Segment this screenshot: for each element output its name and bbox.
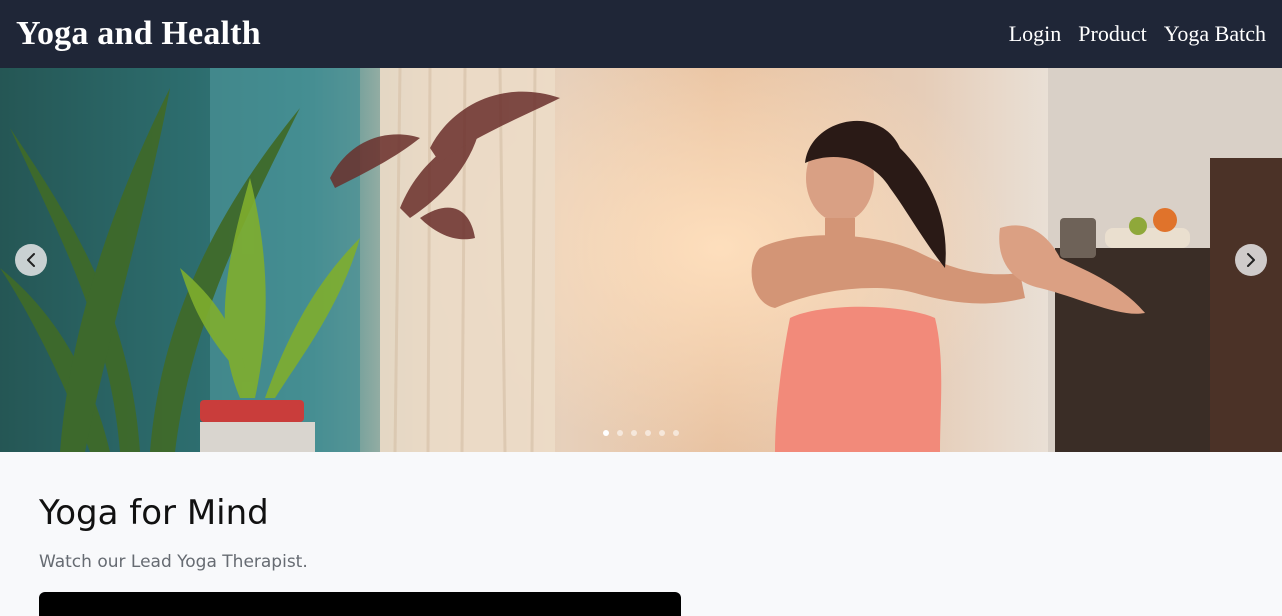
carousel-dot-4[interactable] [645, 430, 651, 436]
hero-slide-image [0, 68, 1282, 452]
carousel-dot-2[interactable] [617, 430, 623, 436]
site-brand[interactable]: Yoga and Health [16, 15, 261, 53]
top-navbar: Yoga and Health Login Product Yoga Batch [0, 0, 1282, 68]
main-nav: Login Product Yoga Batch [1009, 21, 1266, 47]
chevron-right-icon [1247, 253, 1255, 267]
hero-carousel [0, 68, 1282, 452]
section-subtitle: Watch our Lead Yoga Therapist. [39, 552, 308, 572]
carousel-dot-1[interactable] [603, 430, 609, 436]
chevron-left-icon [27, 253, 35, 267]
carousel-dot-3[interactable] [631, 430, 637, 436]
carousel-dot-6[interactable] [673, 430, 679, 436]
main-content: Yoga for Mind Watch our Lead Yoga Therap… [39, 492, 739, 572]
carousel-next-button[interactable] [1235, 244, 1267, 276]
nav-login-link[interactable]: Login [1009, 21, 1062, 47]
carousel-dot-5[interactable] [659, 430, 665, 436]
video-player[interactable] [39, 592, 681, 616]
carousel-indicators [603, 430, 679, 436]
nav-product-link[interactable]: Product [1078, 21, 1146, 47]
section-title: Yoga for Mind [39, 493, 269, 533]
carousel-prev-button[interactable] [15, 244, 47, 276]
nav-yoga-batch-link[interactable]: Yoga Batch [1164, 21, 1266, 47]
